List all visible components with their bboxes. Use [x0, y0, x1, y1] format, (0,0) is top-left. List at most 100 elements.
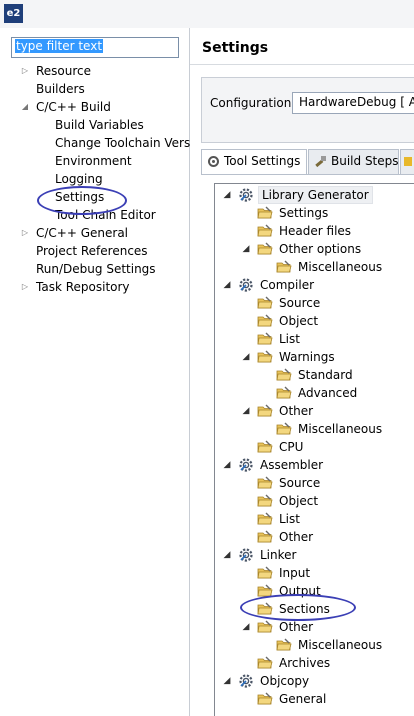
nav-item-label: Change Toolchain Vers — [55, 136, 191, 150]
collapse-arrow-icon[interactable]: ◢ — [222, 546, 232, 564]
collapse-arrow-icon[interactable]: ◢ — [222, 456, 232, 474]
settings-annotation-circle — [37, 186, 127, 215]
folder-icon — [276, 421, 292, 437]
collapse-arrow-icon[interactable]: ◢ — [222, 672, 232, 690]
tree-item-label: Object — [279, 314, 319, 328]
tab-strip: Tool Settings Build Steps — [201, 149, 414, 175]
expand-arrow-icon[interactable]: ▷ — [20, 62, 30, 80]
filter-input[interactable]: type filter text — [11, 37, 179, 58]
tree-item-label: Other options — [279, 242, 362, 256]
tree-item-label: Compiler — [260, 278, 315, 292]
nav-item[interactable]: Resource — [36, 62, 91, 80]
nav-item-label: Logging — [55, 172, 103, 186]
collapse-arrow-icon[interactable]: ◢ — [241, 348, 251, 366]
folder-icon — [257, 223, 273, 239]
configuration-label: Configuration: — [210, 96, 296, 110]
title-bar: e2 — [0, 0, 414, 28]
folder-icon — [257, 619, 273, 635]
folder-icon — [276, 637, 292, 653]
folder-icon — [257, 493, 273, 509]
nav-item[interactable]: Environment — [55, 152, 132, 170]
tab-tool-settings[interactable]: Tool Settings — [201, 149, 307, 175]
tree-item-label: Miscellaneous — [298, 638, 383, 652]
tree-item-label: Settings — [279, 206, 329, 220]
folder-icon — [257, 529, 273, 545]
filter-placeholder: type filter text — [15, 39, 104, 53]
tool-gear-icon — [238, 187, 254, 203]
folder-icon — [257, 241, 273, 257]
nav-item-label: Builders — [36, 82, 85, 96]
nav-item-label: Project References — [36, 244, 148, 258]
tree-item-label: Other — [279, 404, 314, 418]
folder-icon — [257, 205, 273, 221]
collapse-arrow-icon[interactable]: ◢ — [20, 98, 30, 116]
nav-item-label: C/C++ Build — [36, 100, 111, 114]
tree-item-label: Header files — [279, 224, 352, 238]
folder-icon — [257, 295, 273, 311]
tool-settings-icon — [207, 155, 220, 168]
folder-icon — [257, 331, 273, 347]
collapse-arrow-icon[interactable]: ◢ — [222, 186, 232, 204]
nav-item-label: Resource — [36, 64, 92, 78]
folder-icon — [257, 511, 273, 527]
tab-baseline — [201, 174, 414, 175]
property-nav-pane: type filter text Resource ▷ Builders C/C++ … — [0, 28, 190, 716]
folder-icon — [257, 313, 273, 329]
tree-item-label: Input — [279, 566, 311, 580]
tree-item-label: Assembler — [260, 458, 324, 472]
tab-build-artifact[interactable] — [400, 149, 414, 174]
collapse-arrow-icon[interactable]: ◢ — [241, 618, 251, 636]
tree-item-label: CPU — [279, 440, 304, 454]
collapse-arrow-icon[interactable]: ◢ — [222, 276, 232, 294]
nav-item[interactable]: Builders — [36, 80, 85, 98]
nav-item[interactable]: Project References — [36, 242, 148, 260]
folder-icon — [257, 403, 273, 419]
tree-item-label: Archives — [279, 656, 331, 670]
nav-item-label: C/C++ General — [36, 226, 129, 240]
nav-item[interactable]: C/C++ General — [36, 224, 128, 242]
tool-gear-icon — [238, 457, 254, 473]
configuration-select[interactable]: HardwareDebug [ Act — [292, 92, 414, 114]
folder-icon — [257, 349, 273, 365]
tree-item-label: Library Generator — [258, 186, 373, 204]
nav-item-label: Run/Debug Settings — [36, 262, 156, 276]
nav-item[interactable]: Task Repository — [36, 278, 130, 296]
build-steps-icon — [314, 155, 327, 168]
expand-arrow-icon[interactable]: ▷ — [20, 224, 30, 242]
tree-item-label: List — [279, 332, 300, 346]
build-artifact-icon — [403, 155, 414, 168]
tree-item-label: Miscellaneous — [298, 260, 383, 274]
tree-item-label: Linker — [260, 548, 297, 562]
folder-icon — [257, 439, 273, 455]
folder-icon — [276, 367, 292, 383]
nav-item[interactable]: Run/Debug Settings — [36, 260, 156, 278]
nav-item[interactable]: C/C++ Build — [36, 98, 111, 116]
tree-item-label: Other — [279, 530, 314, 544]
tree-item-label: Standard — [298, 368, 353, 382]
folder-icon — [276, 385, 292, 401]
expand-arrow-icon[interactable]: ▷ — [20, 278, 30, 296]
title-divider — [190, 64, 414, 65]
tree-item-label: List — [279, 512, 300, 526]
sections-annotation-circle — [240, 594, 356, 621]
nav-item-label: Build Variables — [55, 118, 144, 132]
tab-build-steps[interactable]: Build Steps — [308, 149, 399, 174]
tab-label: Tool Settings — [224, 154, 301, 168]
nav-item[interactable]: Change Toolchain Vers — [55, 134, 190, 152]
tree-item-label: General — [279, 692, 327, 706]
tree-item-label: Source — [279, 296, 321, 310]
folder-icon — [257, 691, 273, 707]
tree-item-label: Advanced — [298, 386, 358, 400]
tool-gear-icon — [238, 277, 254, 293]
tool-gear-icon — [238, 673, 254, 689]
collapse-arrow-icon[interactable]: ◢ — [241, 240, 251, 258]
e2-studio-logo-icon: e2 — [4, 4, 23, 23]
tree-item-label: Objcopy — [260, 674, 310, 688]
collapse-arrow-icon[interactable]: ◢ — [241, 402, 251, 420]
nav-item[interactable]: Build Variables — [55, 116, 144, 134]
folder-icon — [257, 475, 273, 491]
folder-icon — [276, 259, 292, 275]
folder-icon — [257, 565, 273, 581]
tree-item-label: Object — [279, 494, 319, 508]
page-title: Settings — [202, 40, 269, 56]
